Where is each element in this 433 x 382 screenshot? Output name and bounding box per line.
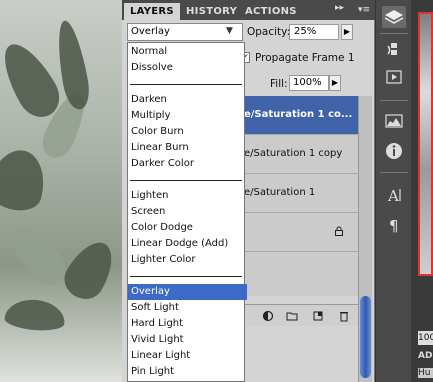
propagate-label: Propagate Frame 1 [255, 52, 355, 64]
new-group-icon[interactable] [286, 310, 298, 322]
tab-actions[interactable]: ACTIONS [239, 3, 303, 20]
tab-layers[interactable]: LAYERS [124, 3, 180, 20]
blend-option[interactable]: Linear Light [128, 348, 247, 364]
panel-menu-icon[interactable]: ▾≡ [354, 3, 374, 18]
layer-row[interactable]: e/Saturation 1 [236, 174, 366, 213]
panel-tab-bar: LAYERS HISTORY ACTIONS ▸▸ ▾≡ [122, 0, 375, 20]
histogram-icon[interactable] [382, 110, 406, 132]
panel-dock-toolbar: A ¶ [375, 0, 411, 382]
svg-text:¶: ¶ [389, 217, 399, 235]
blend-option[interactable]: Dissolve [128, 60, 247, 76]
fill-input[interactable]: 100% [289, 75, 329, 91]
actions-play-icon[interactable] [382, 66, 406, 88]
collapse-icon[interactable]: ▸▸ [335, 3, 344, 13]
preview-thumbnail [418, 12, 433, 276]
blend-option[interactable]: Screen [128, 204, 247, 220]
info-icon[interactable] [382, 140, 406, 162]
blend-option[interactable]: Color Dodge [128, 220, 247, 236]
hue-label: Hu [418, 368, 433, 378]
layers-icon[interactable] [382, 6, 406, 28]
layer-row[interactable]: e/Saturation 1 co... [236, 96, 366, 135]
blend-mode-list: Normal Dissolve Darken Multiply Color Bu… [127, 42, 247, 382]
fill-slider-toggle[interactable]: ▶ [329, 75, 341, 91]
zoom-value: 100 [418, 331, 433, 345]
blend-option[interactable]: Darken [128, 92, 247, 108]
tab-history[interactable]: HISTORY [180, 3, 243, 20]
layers-bottom-toolbar [236, 304, 358, 326]
layers-list: e/Saturation 1 co... e/Saturation 1 copy… [236, 96, 366, 296]
new-layer-icon[interactable] [312, 310, 324, 322]
trash-icon[interactable] [338, 310, 350, 322]
adjustment-layer-icon[interactable] [262, 310, 274, 322]
fill-label: Fill: [270, 78, 288, 90]
history-icon[interactable] [382, 38, 406, 60]
blend-option[interactable]: Color Burn [128, 124, 247, 140]
blend-option[interactable]: Linear Burn [128, 140, 247, 156]
chevron-down-icon[interactable]: ▼ [226, 26, 233, 36]
scrollbar-thumb[interactable] [360, 296, 371, 378]
blend-option[interactable]: Multiply [128, 108, 247, 124]
lock-icon [335, 226, 343, 236]
blend-option[interactable]: Pin Light [128, 364, 247, 380]
svg-text:A: A [387, 187, 399, 205]
opacity-label: Opacity: [247, 26, 291, 38]
layer-row[interactable] [236, 213, 366, 252]
layer-row[interactable]: e/Saturation 1 copy [236, 135, 366, 174]
blend-option[interactable]: Normal [128, 44, 247, 60]
blend-option[interactable]: Lighten [128, 188, 247, 204]
opacity-input[interactable]: 25% [289, 24, 339, 40]
blend-option[interactable]: Linear Dodge (Add) [128, 236, 247, 252]
character-icon[interactable]: A [382, 184, 406, 206]
blend-option[interactable]: Darker Color [128, 156, 247, 172]
document-preview-strip: 100 AD Hu [411, 0, 433, 382]
blend-option[interactable]: Vivid Light [128, 332, 247, 348]
adjustments-tab[interactable]: AD [418, 351, 432, 361]
separator [130, 276, 242, 277]
layers-panel: LAYERS HISTORY ACTIONS ▸▸ ▾≡ Opacity: 25… [122, 0, 375, 382]
separator [130, 180, 242, 181]
blend-option[interactable]: Hard Light [128, 316, 247, 332]
blend-option[interactable]: Lighter Color [128, 252, 247, 268]
blend-option[interactable]: Soft Light [128, 300, 247, 316]
opacity-slider-toggle[interactable]: ▶ [341, 24, 353, 40]
blend-option-selected[interactable]: Overlay [128, 284, 247, 300]
paragraph-icon[interactable]: ¶ [382, 214, 406, 236]
document-canvas [0, 0, 122, 382]
layers-scrollbar[interactable] [358, 96, 372, 382]
separator [130, 84, 242, 85]
